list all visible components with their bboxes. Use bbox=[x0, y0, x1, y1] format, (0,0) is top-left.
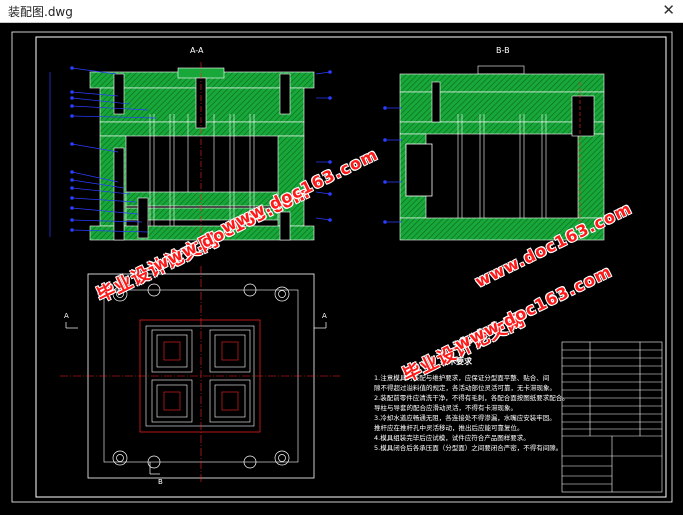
section-aa-view: A-A bbox=[49, 46, 332, 244]
section-mark-b: B bbox=[158, 478, 163, 486]
tech-line: 3.冷却水道应畅通无阻，各连接处不得渗漏，水嘴应安装牢固。 bbox=[374, 414, 556, 422]
tech-line: 导柱与导套的配合应滑动灵活，不得有卡滞现象。 bbox=[374, 404, 517, 412]
drawing-canvas[interactable]: A-A B-B A A B 技术要求 1.注意模具的装配与维护要求，应保证分型面… bbox=[0, 22, 683, 515]
section-aa-label: A-A bbox=[190, 46, 204, 55]
window-titlebar: 装配图.dwg ✕ bbox=[0, 0, 683, 23]
section-bb-label: B-B bbox=[496, 46, 510, 55]
tech-line: 4.模具组装完毕后应试模，试件应符合产品图样要求。 bbox=[374, 434, 530, 442]
cad-drawing: A-A B-B A A B bbox=[11, 31, 673, 503]
section-bb-view: B-B bbox=[383, 46, 605, 241]
tech-line: 隙不得超过溢料值的规定，各活动部位灵活可靠，无卡滞现象。 bbox=[374, 384, 556, 392]
section-mark-a-right: A bbox=[322, 312, 327, 320]
tech-line: 推杆应在推杆孔中灵活移动，推出后应能可靠复位。 bbox=[374, 424, 524, 432]
window-title: 装配图.dwg bbox=[8, 5, 73, 19]
title-block bbox=[561, 341, 663, 493]
tech-line: 2.装配前零件应清洗干净，不得有毛刺，各配合面按图纸要求配合。 bbox=[374, 394, 569, 402]
tech-line: 5.模具闭合后各承压面（分型面）之间要闭合严密，不得有间隙。 bbox=[374, 444, 563, 452]
section-mark-a-left: A bbox=[64, 312, 69, 320]
close-icon[interactable]: ✕ bbox=[662, 1, 675, 19]
